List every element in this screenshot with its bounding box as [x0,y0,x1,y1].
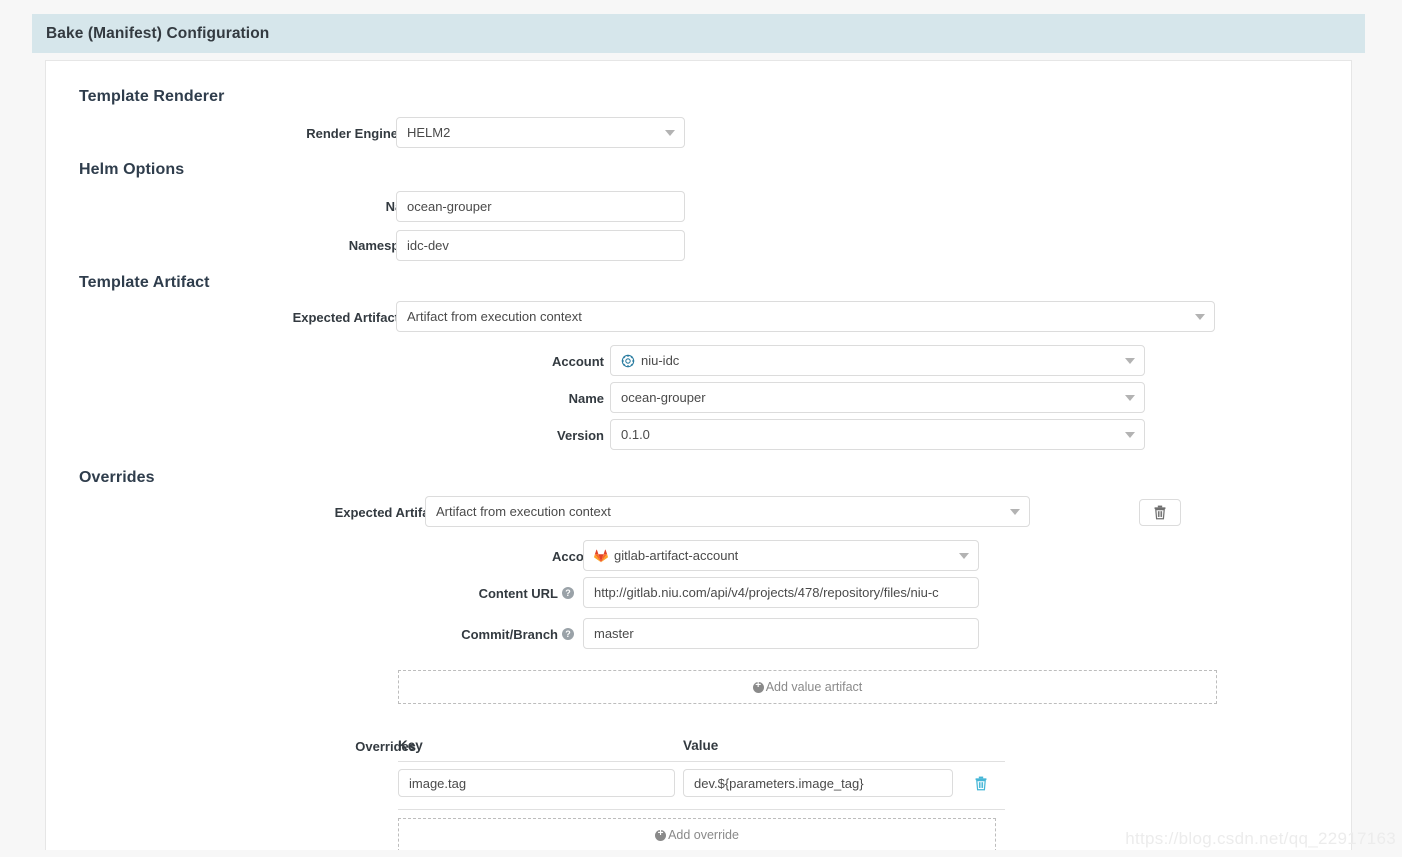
overrides-account-label: Account [376,548,604,564]
panel-header: Bake (Manifest) Configuration [32,14,1365,53]
help-icon-commit-branch[interactable]: ? [562,628,574,640]
chevron-down-icon [1125,394,1135,401]
app-root: Bake (Manifest) Configuration Template R… [0,0,1402,857]
plus-circle-icon: + [752,681,764,693]
section-heading-template-artifact: Template Artifact [79,274,210,291]
overrides-expected-artifact-label: Expected Artifact [196,504,441,520]
section-heading-template-renderer: Template Renderer [79,88,225,105]
configuration-panel: Template Renderer Render Engine ? HELM2 … [45,60,1352,850]
render-engine-label: Render Engine ? [186,125,414,141]
template-artifact-name-label: Name [376,390,604,406]
help-icon-content-url[interactable]: ? [562,587,574,599]
delete-override-row-button[interactable] [970,772,992,794]
content-url-input[interactable]: http://gitlab.niu.com/api/v4/projects/47… [583,577,979,608]
helm-icon [621,353,635,368]
page-title: Bake (Manifest) Configuration [46,24,270,42]
trash-icon [1154,505,1166,520]
template-artifact-name-value: ocean-grouper [621,390,706,405]
chevron-down-icon [959,552,969,559]
helm-namespace-label: Namespace [186,237,421,253]
commit-branch-input[interactable]: master [583,618,979,649]
template-expected-artifact-label-text: Expected Artifact [292,309,399,325]
add-override-button[interactable]: + Add override [398,818,996,850]
template-artifact-version-value: 0.1.0 [621,427,650,442]
overrides-expected-artifact-select[interactable]: Artifact from execution context [425,496,1030,527]
helm-name-value: ocean-grouper [407,199,492,214]
commit-branch-label-text: Commit/Branch [461,626,558,642]
column-header-value: Value [683,738,719,753]
template-account-select[interactable]: niu-idc [610,345,1145,376]
helm-name-input[interactable]: ocean-grouper [396,191,685,222]
chevron-down-icon [1125,431,1135,438]
chevron-down-icon [1125,357,1135,364]
template-expected-artifact-select[interactable]: Artifact from execution context [396,301,1215,332]
trash-icon [975,776,987,790]
add-value-artifact-label: Add value artifact [765,680,863,694]
template-account-label-text: Account [552,353,604,369]
column-header-key: Key [398,738,423,753]
overrides-table-label: Overrides [196,738,416,754]
helm-namespace-value: idc-dev [407,238,449,253]
add-value-artifact-button[interactable]: + Add value artifact [398,670,1217,704]
template-artifact-name-label-text: Name [568,390,604,406]
table-header-divider [398,761,1005,762]
commit-branch-value: master [594,626,634,641]
delete-expected-artifact-button[interactable] [1139,499,1181,526]
content-url-label-text: Content URL [478,585,558,601]
template-account-value: niu-idc [641,353,680,368]
template-account-label: Account [376,353,604,369]
override-value-value: dev.${parameters.image_tag} [694,775,864,791]
content-url-label: Content URL ? [346,585,574,601]
watermark-text: https://blog.csdn.net/qq_22917163 [1125,829,1396,848]
override-key-value: image.tag [409,775,467,791]
render-engine-value: HELM2 [407,125,451,140]
chevron-down-icon [1010,508,1020,515]
overrides-account-select[interactable]: gitlab-artifact-account [583,540,979,571]
render-engine-label-text: Render Engine [306,125,398,141]
override-key-input[interactable]: image.tag [398,769,675,797]
template-expected-artifact-value: Artifact from execution context [407,309,582,324]
render-engine-select[interactable]: HELM2 [396,117,685,148]
template-artifact-name-select[interactable]: ocean-grouper [610,382,1145,413]
template-artifact-version-label-text: Version [557,427,604,443]
plus-circle-icon: + [655,829,667,841]
template-artifact-version-label: Version [376,427,604,443]
chevron-down-icon [665,129,675,136]
template-artifact-version-select[interactable]: 0.1.0 [610,419,1145,450]
gitlab-icon [594,549,608,562]
table-row-divider [398,809,1005,810]
section-heading-helm-options: Helm Options [79,161,185,178]
template-expected-artifact-label: Expected Artifact ? [166,309,415,325]
section-heading-overrides: Overrides [79,469,155,486]
commit-branch-label: Commit/Branch ? [346,626,574,642]
overrides-account-value: gitlab-artifact-account [614,548,739,563]
override-value-input[interactable]: dev.${parameters.image_tag} [683,769,953,797]
content-url-value: http://gitlab.niu.com/api/v4/projects/47… [594,585,939,600]
add-override-label: Add override [668,828,739,842]
helm-namespace-input[interactable]: idc-dev [396,230,685,261]
overrides-expected-artifact-value: Artifact from execution context [436,504,611,519]
chevron-down-icon [1195,313,1205,320]
helm-name-label: Name [186,198,421,214]
